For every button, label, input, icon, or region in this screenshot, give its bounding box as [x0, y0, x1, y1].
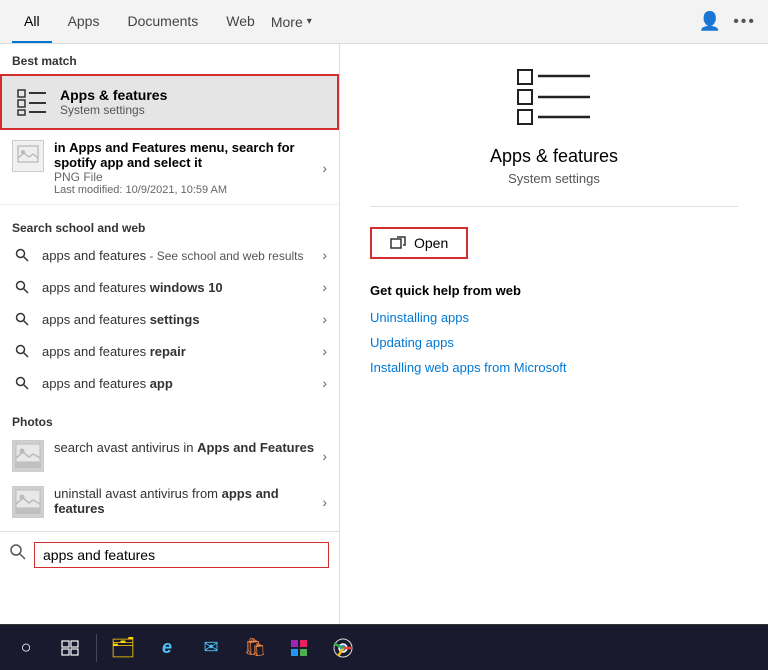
chevron-right-icon-4: ›	[322, 375, 327, 391]
web-help-label: Get quick help from web	[370, 283, 738, 298]
photo-item-1[interactable]: uninstall avast antivirus from apps and …	[0, 479, 339, 525]
web-link-0[interactable]: Uninstalling apps	[370, 310, 738, 325]
png-type: PNG File	[54, 170, 322, 184]
search-icon-3	[12, 341, 32, 361]
photos-section: Photos search avast antivirus in Apps an…	[0, 405, 339, 531]
search-bar-icon	[10, 544, 26, 565]
search-icon-4	[12, 373, 32, 393]
best-match-subtitle: System settings	[60, 103, 167, 117]
tab-web[interactable]: Web	[214, 0, 267, 43]
taskbar-mail[interactable]: ✉	[191, 628, 231, 668]
web-link-1[interactable]: Updating apps	[370, 335, 738, 350]
search-input[interactable]	[34, 542, 329, 568]
photo-thumb-1	[12, 486, 44, 518]
taskbar-tiles[interactable]	[279, 628, 319, 668]
png-result-item[interactable]: in Apps and Features menu, search for sp…	[0, 132, 339, 205]
png-title: in Apps and Features menu, search for sp…	[54, 140, 322, 170]
taskbar-store[interactable]: 🛍	[235, 628, 275, 668]
open-button[interactable]: Open	[370, 227, 468, 259]
search-item-text-3: apps and features repair	[42, 344, 322, 359]
tab-all[interactable]: All	[12, 0, 52, 43]
web-help-section: Get quick help from web Uninstalling app…	[370, 283, 738, 375]
open-icon	[390, 236, 406, 250]
top-nav: All Apps Documents Web More ▾ 👤 •••	[0, 0, 768, 44]
chevron-right-icon-1: ›	[322, 279, 327, 295]
search-item-base-2: apps and features	[42, 312, 150, 327]
search-icon-1	[12, 277, 32, 297]
search-item-text-2: apps and features settings	[42, 312, 322, 327]
taskbar-chrome[interactable]	[323, 628, 363, 668]
search-school-label: Search school and web	[0, 211, 339, 239]
photo-bold-0: Apps and Features	[197, 440, 314, 455]
app-name: Apps & features	[490, 146, 618, 167]
photo-item-0[interactable]: search avast antivirus in Apps and Featu…	[0, 433, 339, 479]
chevron-right-icon-3: ›	[322, 343, 327, 359]
tab-more[interactable]: More ▾	[271, 14, 312, 30]
nav-right-icons: 👤 •••	[699, 11, 756, 32]
search-item-base-0: apps and features	[42, 248, 146, 263]
chevron-right-photo-1: ›	[322, 494, 327, 510]
search-icon-2	[12, 309, 32, 329]
photo-text-0: search avast antivirus in Apps and Featu…	[54, 440, 314, 455]
main-area: Best match Apps & features System settin…	[0, 44, 768, 624]
taskbar-separator	[96, 634, 97, 662]
png-thumbnail	[12, 140, 44, 172]
png-text: in Apps and Features menu, search for sp…	[54, 140, 322, 196]
search-item-bold-1: windows 10	[150, 280, 223, 295]
search-icon-0	[12, 245, 32, 265]
chevron-right-photo-0: ›	[322, 448, 327, 464]
taskbar-edge[interactable]: e	[147, 628, 187, 668]
search-item-base-4: apps and features	[42, 376, 150, 391]
search-item-bold-4: app	[150, 376, 173, 391]
tab-apps[interactable]: Apps	[56, 0, 112, 43]
person-icon[interactable]: 👤	[699, 11, 721, 32]
search-item-0[interactable]: apps and features - See school and web r…	[0, 239, 339, 271]
png-title-bold: Apps and Features	[69, 140, 186, 155]
chevron-right-icon: ›	[322, 160, 327, 176]
chevron-down-icon: ▾	[307, 16, 312, 27]
search-item-4[interactable]: apps and features app ›	[0, 367, 339, 399]
photo-prefix-1: uninstall avast antivirus from	[54, 486, 222, 501]
search-item-1[interactable]: apps and features windows 10 ›	[0, 271, 339, 303]
search-item-bold-2: settings	[150, 312, 200, 327]
chevron-right-icon-2: ›	[322, 311, 327, 327]
search-item-text-4: apps and features app	[42, 376, 322, 391]
app-icon-area: Apps & features System settings	[370, 64, 738, 207]
search-item-text-0: apps and features - See school and web r…	[42, 248, 322, 263]
photos-label: Photos	[0, 405, 339, 433]
search-item-text-1: apps and features windows 10	[42, 280, 322, 295]
best-match-title: Apps & features	[60, 87, 167, 103]
best-match-text: Apps & features System settings	[60, 87, 167, 117]
more-options-icon[interactable]: •••	[733, 13, 756, 31]
taskbar-file-explorer[interactable]: 🗂	[103, 628, 143, 668]
apps-features-icon	[14, 84, 50, 120]
right-panel: Apps & features System settings Open Get…	[340, 44, 768, 624]
search-item-bold-3: repair	[150, 344, 186, 359]
search-item-3[interactable]: apps and features repair ›	[0, 335, 339, 367]
tab-documents[interactable]: Documents	[115, 0, 210, 43]
open-btn-area: Open	[370, 227, 738, 259]
photo-text-1: uninstall avast antivirus from apps and …	[54, 486, 314, 516]
photo-thumb-0	[12, 440, 44, 472]
photo-prefix-0: search avast antivirus in	[54, 440, 197, 455]
search-item-2[interactable]: apps and features settings ›	[0, 303, 339, 335]
png-modified: Last modified: 10/9/2021, 10:59 AM	[54, 184, 322, 196]
chevron-right-icon-0: ›	[322, 247, 327, 263]
search-item-suffix-0: - See school and web results	[146, 249, 303, 263]
right-content: Apps & features System settings Open Get…	[340, 44, 768, 405]
best-match-label: Best match	[0, 44, 339, 72]
best-match-item[interactable]: Apps & features System settings	[0, 74, 339, 130]
search-school-section: Search school and web apps and features …	[0, 205, 339, 405]
taskbar: ○ 🗂 e ✉ 🛍	[0, 624, 768, 670]
app-type: System settings	[508, 171, 600, 186]
app-icon	[514, 64, 594, 134]
search-item-base-3: apps and features	[42, 344, 150, 359]
search-item-base-1: apps and features	[42, 280, 150, 295]
search-bar-area	[0, 531, 339, 577]
png-title-prefix: in	[54, 140, 69, 155]
taskbar-search[interactable]: ○	[6, 628, 46, 668]
left-panel: Best match Apps & features System settin…	[0, 44, 340, 624]
taskbar-taskview[interactable]	[50, 628, 90, 668]
web-link-2[interactable]: Installing web apps from Microsoft	[370, 360, 738, 375]
